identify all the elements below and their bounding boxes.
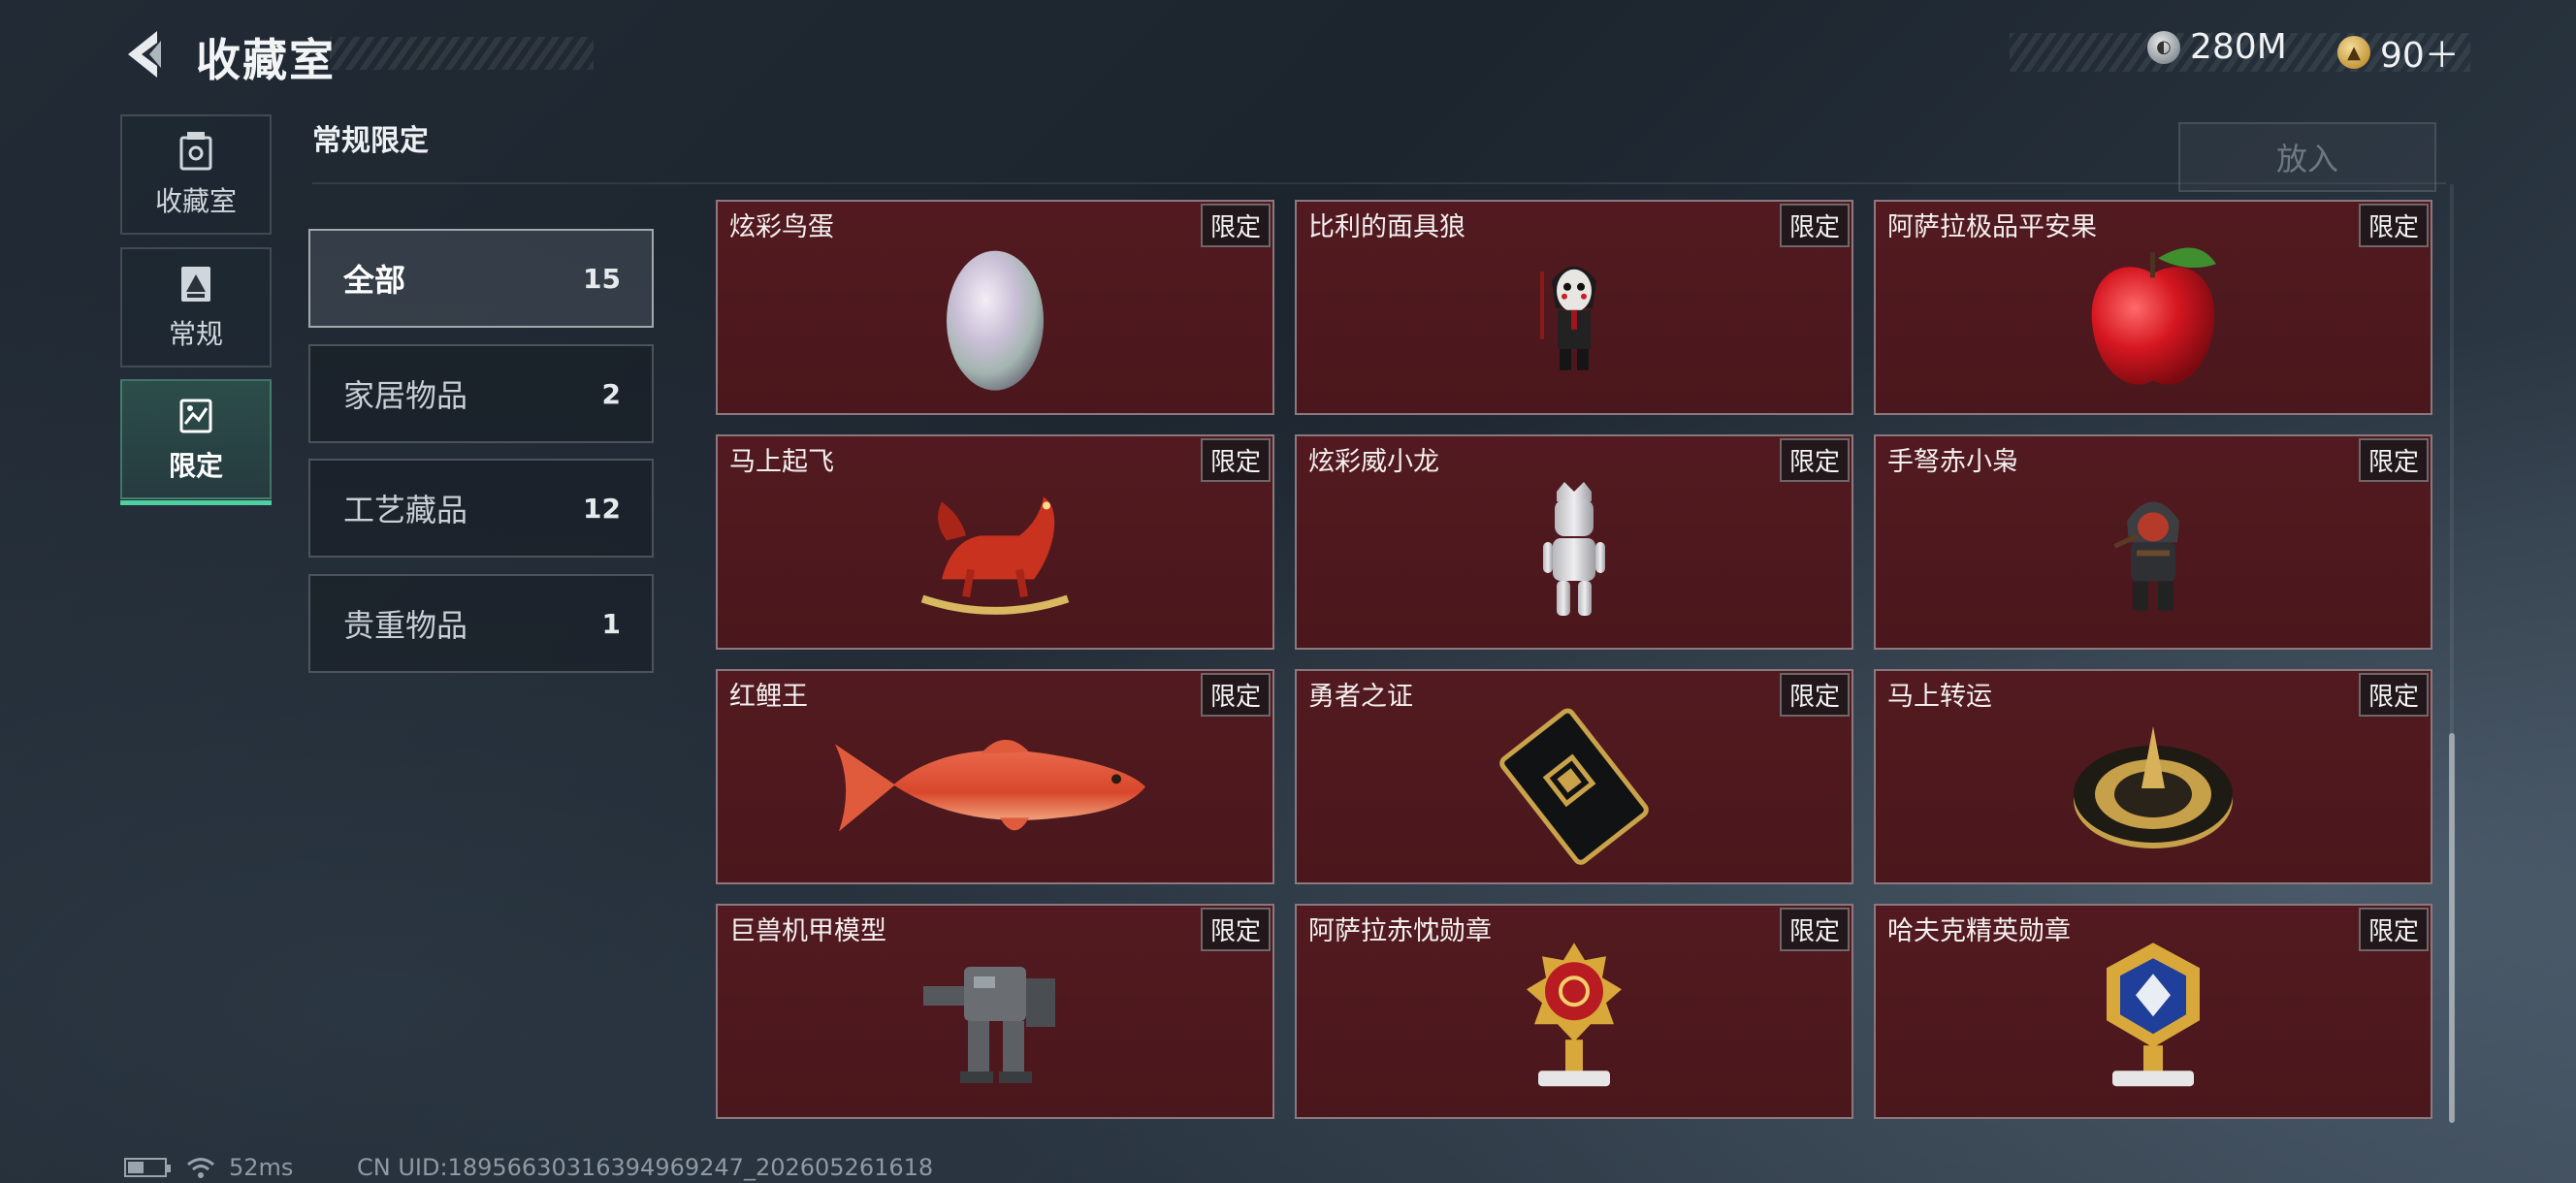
filter-count: 15 (583, 262, 621, 295)
limited-badge: 限定 (1779, 908, 1850, 951)
battery-icon (124, 1158, 171, 1177)
gold-coin-icon: ▲ (2337, 36, 2370, 69)
item-card[interactable]: 马上起飞 限定 (716, 434, 1274, 650)
limited-badge: 限定 (1779, 438, 1850, 482)
currency-silver-value: 280M (2190, 27, 2287, 67)
item-card[interactable]: 阿萨拉赤忱勋章 限定 (1295, 904, 1853, 1119)
item-name: 比利的面具狼 (1308, 212, 1465, 242)
limited-badge: 限定 (1779, 673, 1850, 717)
filter-count: 2 (601, 377, 621, 410)
nav-label: 限定 (168, 450, 223, 482)
item-card[interactable]: 红鲤王 限定 (716, 669, 1274, 884)
black-card-icon (1499, 708, 1649, 865)
nav-item-collection-room[interactable]: 收藏室 (120, 114, 272, 235)
filter-label: 家居物品 (343, 377, 468, 414)
limited-badge: 限定 (2358, 908, 2429, 951)
filter-label: 工艺藏品 (343, 492, 468, 528)
status-bar: 52ms (124, 1154, 293, 1181)
item-card[interactable]: 阿萨拉极品平安果 限定 (1874, 200, 2432, 415)
filter-count: 12 (583, 492, 621, 525)
back-arrow-icon (128, 31, 161, 78)
item-name: 手弩赤小枭 (1887, 447, 2018, 477)
item-card[interactable]: 马上转运 限定 (1874, 669, 2432, 884)
filter-valuables[interactable]: 贵重物品 1 (308, 574, 654, 673)
ping-value: 52ms (229, 1154, 294, 1181)
regular-card-icon (181, 267, 210, 302)
filter-all[interactable]: 全部 15 (308, 229, 654, 328)
red-medal-icon (1527, 943, 1622, 1087)
limited-badge: 限定 (1779, 204, 1850, 247)
limited-badge: 限定 (1200, 204, 1271, 247)
limited-badge: 限定 (2358, 673, 2429, 717)
limited-badge: 限定 (1200, 908, 1271, 951)
item-name: 巨兽机甲模型 (729, 916, 886, 946)
filter-household[interactable]: 家居物品 2 (308, 344, 654, 443)
gold-wheel-icon (2074, 726, 2233, 848)
item-name: 红鲤王 (729, 682, 808, 712)
section-title: 常规限定 (312, 124, 429, 158)
wifi-icon (187, 1158, 214, 1178)
puppet-figure-icon (1540, 266, 1596, 370)
filter-label: 贵重物品 (343, 607, 468, 644)
item-card[interactable]: 炫彩威小龙 限定 (1295, 434, 1853, 650)
nav-label: 收藏室 (154, 185, 237, 217)
nav-label: 常规 (168, 318, 223, 350)
red-carp-icon (835, 739, 1145, 832)
nav-item-limited[interactable]: 限定 (120, 379, 272, 505)
section-divider (312, 182, 2446, 184)
limited-badge: 限定 (2358, 204, 2429, 247)
item-name: 马上起飞 (729, 447, 834, 477)
currency-gold-value: 90＋ (2380, 36, 2460, 76)
limited-card-icon (179, 399, 212, 433)
mech-model-icon (923, 967, 1055, 1083)
nav-item-regular[interactable]: 常规 (120, 247, 272, 368)
currency-gold[interactable]: ▲ 90＋ (2337, 27, 2460, 78)
blue-medal-icon (2107, 943, 2200, 1087)
red-apple-icon (2091, 247, 2216, 385)
filter-label: 全部 (343, 262, 406, 299)
item-card[interactable]: 勇者之证 限定 (1295, 669, 1853, 884)
item-card[interactable]: 哈夫克精英勋章 限定 (1874, 904, 2432, 1119)
filter-crafts[interactable]: 工艺藏品 12 (308, 459, 654, 558)
item-name: 阿萨拉赤忱勋章 (1308, 916, 1492, 946)
item-name: 炫彩威小龙 (1308, 447, 1439, 477)
item-card[interactable]: 比利的面具狼 限定 (1295, 200, 1853, 415)
rocking-horse-icon (920, 496, 1070, 615)
item-name: 马上转运 (1887, 682, 1992, 712)
item-card[interactable]: 炫彩鸟蛋 限定 (716, 200, 1274, 415)
title-decoration (330, 37, 594, 70)
currency-silver[interactable]: ◐ 280M (2147, 27, 2287, 67)
scrollbar-thumb[interactable] (2449, 733, 2455, 1123)
item-card[interactable]: 手弩赤小枭 限定 (1874, 434, 2432, 650)
hooded-figure-icon (2113, 501, 2179, 611)
silver-figure-icon (1543, 482, 1605, 616)
back-button[interactable] (120, 27, 173, 81)
page-title: 收藏室 (196, 34, 336, 86)
item-name: 阿萨拉极品平安果 (1887, 212, 2097, 242)
limited-badge: 限定 (1200, 438, 1271, 482)
limited-badge: 限定 (1200, 673, 1271, 717)
pearl-egg-icon (947, 250, 1044, 391)
item-card[interactable]: 巨兽机甲模型 限定 (716, 904, 1274, 1119)
item-name: 勇者之证 (1308, 682, 1413, 712)
silver-coin-icon: ◐ (2147, 30, 2180, 64)
collection-room-icon (179, 132, 212, 171)
user-uid: CN UID:18956630316394969247_202605261618 (357, 1154, 934, 1181)
filter-count: 1 (601, 607, 621, 640)
item-name: 炫彩鸟蛋 (729, 212, 834, 242)
item-name: 哈夫克精英勋章 (1887, 916, 2071, 946)
limited-badge: 限定 (2358, 438, 2429, 482)
place-button[interactable]: 放入 (2178, 122, 2436, 192)
